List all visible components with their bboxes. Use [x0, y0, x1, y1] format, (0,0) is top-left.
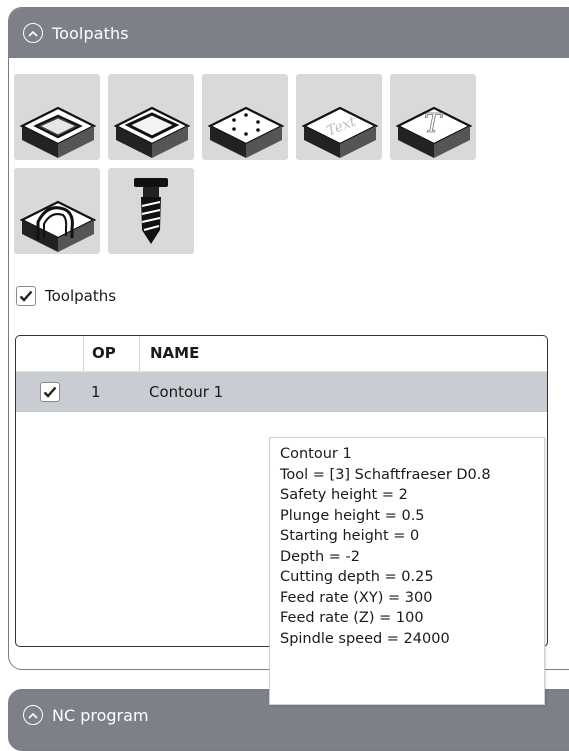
header-op[interactable]: OP: [84, 336, 140, 371]
header-name[interactable]: NAME: [140, 336, 199, 371]
row-name: Contour 1: [149, 383, 224, 401]
text-engrave-button[interactable]: Text: [296, 74, 382, 160]
checkmark-icon: [43, 386, 56, 398]
nc-panel-title: NC program: [52, 705, 149, 725]
tooltip-line: Safety height = 2: [280, 487, 408, 503]
toolpaths-panel-header[interactable]: Toolpaths: [9, 8, 569, 58]
pocket-button[interactable]: [14, 74, 100, 160]
panel-title: Toolpaths: [52, 23, 129, 43]
tooltip-line: Depth = -2: [280, 548, 360, 565]
show-toolpaths-label: Toolpaths: [45, 287, 117, 305]
tooltip-line: Spindle speed = 24000: [280, 630, 450, 647]
header-check-column[interactable]: [16, 336, 84, 371]
drill-button[interactable]: [108, 168, 194, 254]
drill-points-button[interactable]: [202, 74, 288, 160]
tooltip-line: Starting height = 0: [280, 528, 420, 544]
contour-icon: [113, 106, 191, 158]
table-header: OP NAME: [16, 336, 547, 372]
drill-bit-icon: [134, 178, 168, 244]
contour-button[interactable]: [108, 74, 194, 160]
checkmark-icon: [19, 290, 33, 302]
show-toolpaths-checkbox[interactable]: [16, 286, 36, 306]
toolpath-tooltip: Contour 1 Tool = [3] Schaftfraeser D0.8 …: [269, 437, 545, 705]
text-t-button[interactable]: T: [390, 74, 476, 160]
row-op: 1: [91, 383, 101, 401]
tooltip-line: Cutting depth = 0.25: [280, 569, 434, 585]
slot-arch-icon: [19, 200, 97, 252]
tooltip-line: Contour 1: [280, 446, 352, 462]
row-enable-checkbox[interactable]: [39, 382, 60, 402]
chevron-up-circle-icon[interactable]: [23, 23, 43, 43]
pocket-icon: [19, 106, 97, 158]
show-toolpaths-toggle[interactable]: Toolpaths: [16, 286, 116, 306]
tooltip-line: Plunge height = 0.5: [280, 507, 425, 524]
text-engrave-icon: Text: [301, 106, 379, 158]
tooltip-line: Feed rate (Z) = 100: [280, 610, 424, 626]
slot-button[interactable]: [14, 168, 100, 254]
text-t-icon: T: [395, 106, 473, 158]
table-row[interactable]: 1 Contour 1: [16, 372, 547, 412]
chevron-up-circle-icon[interactable]: [23, 705, 43, 725]
drill-points-icon: [207, 106, 285, 158]
tooltip-line: Tool = [3] Schaftfraeser D0.8: [280, 466, 491, 483]
svg-text:T: T: [424, 109, 443, 139]
tooltip-line: Feed rate (XY) = 300: [280, 589, 433, 606]
